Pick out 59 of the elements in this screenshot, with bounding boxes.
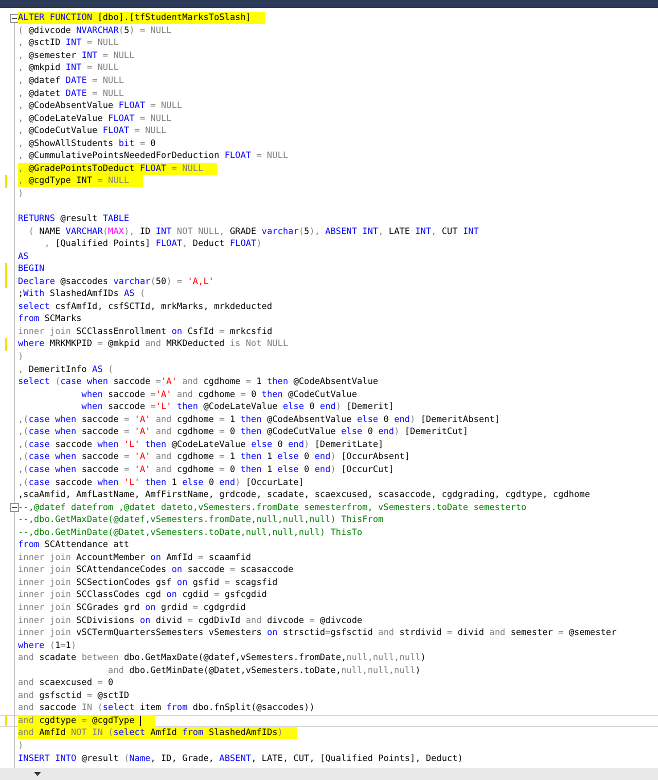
code-line: inner join AccountMember on AmfId = scaamfid <box>18 552 252 564</box>
code-line: inner join SCClassCodes cgd on cgdid = gsfcgdid <box>18 589 268 602</box>
code-line: , [Qualified Points] FLOAT, Deduct FLOAT) <box>43 238 263 250</box>
code-line: from SCAttendance att <box>18 539 130 552</box>
code-line: inner join SCSectionCodes gsf on gsfid = scagsfid <box>18 576 279 589</box>
code-line: select (case when saccode ='A' and cgdhome = 1 then @CodeAbsentValue <box>18 376 380 388</box>
code-line: --,@datef datefrom ,@datet dateto,vSemesters.fromDate semesterfrom, vSemesters.toDate semesterto <box>18 502 528 514</box>
code-line: and dbo.GetMinDate(@Datet,vSemesters.toDate,null,null,null) <box>107 664 422 677</box>
code-line: , @CodeAbsentValue FLOAT = NULL <box>18 100 184 112</box>
code-line: inner join SCAttendanceCodes on saccode = scasaccode <box>18 564 294 576</box>
code-line: where (1=1) <box>18 640 78 652</box>
code-line: , @sctID INT = NULL <box>18 37 120 50</box>
code-line: ,scaAmfid, AmfLastName, AmfFirstName, grdcode, scadate, scaexcused, scasaccode, cgdgrading, cgdtype, cgdhome <box>18 489 591 502</box>
code-line: inner join SCDivisions on divid = cgdDivId and divcode = @divcode <box>18 614 364 627</box>
code-line: ;With SlashedAmfIDs AS ( <box>18 288 146 300</box>
code-line: ) <box>18 740 24 752</box>
code-line: where MRKMKPID = @mkpid and MRKDeducted is Not NULL <box>18 338 290 350</box>
collapse-icon[interactable] <box>10 503 19 512</box>
code-line: inner join SCClassEnrollment on CsfId = mrkcsfid <box>18 326 274 338</box>
code-line: , @semester INT = NULL <box>18 50 136 62</box>
code-line: BEGIN <box>18 263 46 276</box>
code-line: inner join vSCTermQuartersSemesters vSemesters on strsctid=gsfsctid and strdivid = divid and semester = @semester <box>18 627 618 640</box>
code-line: and gsfsctid = @sctID <box>18 690 130 702</box>
code-line: ,(case saccode when 'L' then @CodeLateValue else 0 end) [DemeritLate] <box>18 438 384 451</box>
code-line: Declare @saccodes varchar(50) = 'A,L' <box>18 276 215 288</box>
code-line: ,(case saccode when 'L' then 1 else 0 end) [OccurLate] <box>18 476 306 488</box>
code-line: ) <box>18 351 24 364</box>
code-line: and saccode IN (select item from dbo.fnSplit(@saccodes)) <box>18 702 316 714</box>
code-line: ,(case when saccode = 'A' and cgdhome = 0 then 1 else 0 end) [OccurCut] <box>18 464 396 476</box>
code-line: ,(case when saccode = 'A' and cgdhome = 1 then 1 else 0 end) [OccurAbsent] <box>18 451 411 464</box>
code-line: , @CummulativePointsNeededForDeduction FLOAT = NULL <box>18 150 290 162</box>
code-line: , @CodeCutValue FLOAT = NULL <box>18 125 168 138</box>
code-line: when saccode ='A' and cgdhome = 0 then @CodeCutValue <box>80 388 358 401</box>
code-line: --,dbo.GetMinDate(@Datet,vSemesters.toDate,null,null,null) ThisTo <box>18 526 364 539</box>
code-line: ,(case when saccode = 'A' and cgdhome = 0 then @CodeCutValue else 0 end) [DemeritCut] <box>18 426 470 438</box>
code-line: , @ShowAllStudents bit = 0 <box>18 138 157 150</box>
code-line: inner join SCGrades grd on grdid = cgdgrdid <box>18 602 247 614</box>
dropdown-arrow-icon[interactable] <box>34 772 41 776</box>
code-line: when saccode ='L' then @CodeLateValue else 0 end) [Demerit] <box>80 401 396 414</box>
code-line: ,(case when saccode = 'A' and cgdhome = 1 then @CodeAbsentValue else 0 end) [DemeritAbsent] <box>18 414 502 426</box>
code-line: ( @divcode NVARCHAR(5) = NULL <box>18 24 173 37</box>
code-line: ( NAME VARCHAR(MAX), ID INT NOT NULL, GRADE varchar(5), ABSENT INT, LATE INT, CUT INT <box>28 226 480 238</box>
code-line: AS <box>18 250 30 263</box>
code-line: , @mkpid INT = NULL <box>18 62 120 74</box>
code-line: , @datef DATE = NULL <box>18 75 125 87</box>
horizontal-scrollbar[interactable] <box>0 768 658 780</box>
code-line: select csfAmfId, csfSCTId, mrkMarks, mrkdeducted <box>18 300 274 313</box>
code-line: and scadate between dbo.GetMaxDate(@datef,vSemesters.fromDate,null,null,null) <box>18 652 427 664</box>
code-line: , @datet DATE = NULL <box>18 88 125 100</box>
code-line: and scaexcused = 0 <box>18 677 114 690</box>
code-line: , @CodeLateValue FLOAT = NULL <box>18 112 173 125</box>
code-line: , DemeritInfo AS ( <box>18 364 114 376</box>
code-line: ) <box>18 188 24 200</box>
code-line: --,dbo.GetMaxDate(@datef,vSemesters.fromDate,null,null,null) ThisFrom <box>18 514 384 526</box>
code-line: RETURNS @result TABLE <box>18 213 130 226</box>
text-cursor <box>140 716 141 726</box>
collapse-icon[interactable] <box>10 14 19 23</box>
code-line: from SCMarks <box>18 313 83 326</box>
code-line: INSERT INTO @result (Name, ID, Grade, ABSENT, LATE, CUT, [Qualified Points], Deduct) <box>18 752 464 765</box>
